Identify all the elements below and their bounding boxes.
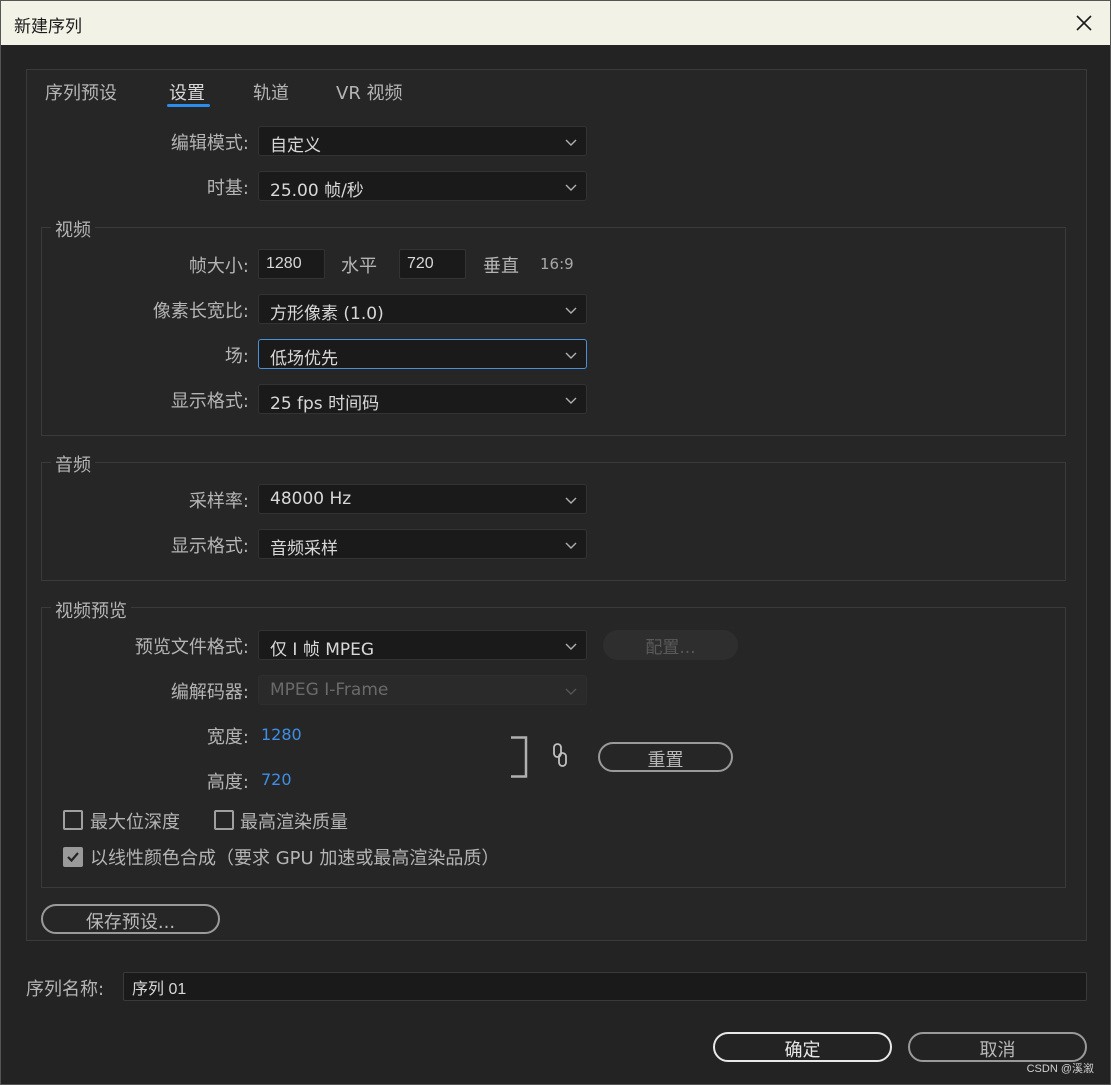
new-sequence-dialog: 新建序列 序列预设 设置 轨道 VR 视频 编辑模式: 自定义 时基: 25.0… xyxy=(0,0,1111,1085)
sequence-name-input[interactable] xyxy=(123,972,1087,1001)
chevron-down-icon xyxy=(565,307,577,314)
linear-color-label: 以线性颜色合成（要求 GPU 加速或最高渲染品质） xyxy=(90,848,500,869)
video-group-title: 视频 xyxy=(51,216,95,242)
chevron-down-icon xyxy=(565,497,577,504)
fields-select[interactable]: 低场优先 xyxy=(258,339,587,369)
chevron-down-icon xyxy=(565,397,577,404)
timebase-value: 25.00 帧/秒 xyxy=(270,181,364,201)
cancel-button-label: 取消 xyxy=(979,1040,1016,1061)
codec-select: MPEG I-Frame xyxy=(258,675,587,705)
audio-group-title: 音频 xyxy=(51,451,95,477)
chevron-down-icon xyxy=(565,542,577,549)
linear-color-checkbox[interactable] xyxy=(63,847,83,867)
max-render-quality-label: 最高渲染质量 xyxy=(240,812,348,833)
reset-button[interactable]: 重置 xyxy=(598,742,733,772)
video-display-format-select[interactable]: 25 fps 时间码 xyxy=(258,384,587,414)
preview-height-label: 高度: xyxy=(206,772,249,793)
audio-display-format-value: 音频采样 xyxy=(270,539,338,559)
checkmark-icon xyxy=(67,852,79,863)
frame-height-input[interactable] xyxy=(399,249,466,279)
frame-size-label: 帧大小: xyxy=(188,256,249,277)
sequence-name-label: 序列名称: xyxy=(26,979,105,1000)
cancel-button[interactable]: 取消 xyxy=(908,1032,1087,1062)
preview-width-value[interactable]: 1280 xyxy=(261,725,302,744)
sample-rate-value: 48000 Hz xyxy=(270,489,352,509)
max-render-quality-checkbox[interactable] xyxy=(214,810,234,830)
vertical-label: 垂直 xyxy=(483,256,519,277)
save-preset-button-label: 保存预设... xyxy=(85,912,176,933)
edit-mode-label: 编辑模式: xyxy=(170,133,249,154)
window-title: 新建序列 xyxy=(14,17,82,37)
close-icon xyxy=(1076,15,1092,31)
chain-link-icon[interactable] xyxy=(550,742,570,768)
link-bracket-icon xyxy=(511,736,528,778)
preview-width-label: 宽度: xyxy=(206,727,249,748)
timebase-select[interactable]: 25.00 帧/秒 xyxy=(258,171,587,201)
fields-label: 场: xyxy=(224,346,249,367)
horizontal-label: 水平 xyxy=(341,256,377,277)
pixel-aspect-value: 方形像素 (1.0) xyxy=(270,304,384,324)
edit-mode-select[interactable]: 自定义 xyxy=(258,126,587,156)
max-bit-depth-label: 最大位深度 xyxy=(90,812,180,833)
configure-button-label: 配置... xyxy=(645,638,696,658)
tab-settings[interactable]: 设置 xyxy=(169,79,205,105)
save-preset-button[interactable]: 保存预设... xyxy=(41,904,220,934)
pixel-aspect-select[interactable]: 方形像素 (1.0) xyxy=(258,294,587,324)
ok-button-label: 确定 xyxy=(784,1040,821,1061)
tab-vr-video[interactable]: VR 视频 xyxy=(336,79,403,105)
chevron-down-icon xyxy=(565,643,577,650)
sample-rate-label: 采样率: xyxy=(188,491,249,512)
frame-width-input[interactable] xyxy=(258,249,325,279)
watermark-text: CSDN @溪溆 xyxy=(1026,1063,1094,1075)
max-bit-depth-checkbox[interactable] xyxy=(63,810,83,830)
close-button[interactable] xyxy=(1070,9,1098,37)
fields-value: 低场优先 xyxy=(270,349,338,369)
chevron-down-icon xyxy=(565,688,577,695)
preview-file-format-value: 仅 I 帧 MPEG xyxy=(270,640,375,660)
title-bar: 新建序列 xyxy=(1,1,1110,45)
video-preview-group-title: 视频预览 xyxy=(51,597,131,623)
chevron-down-icon xyxy=(565,184,577,191)
chevron-down-icon xyxy=(565,139,577,146)
configure-button: 配置... xyxy=(603,630,738,660)
audio-display-format-label: 显示格式: xyxy=(170,536,249,557)
codec-value: MPEG I-Frame xyxy=(270,680,389,700)
aspect-ratio-text: 16:9 xyxy=(540,255,574,273)
tab-sequence-presets[interactable]: 序列预设 xyxy=(45,79,117,105)
codec-label: 编解码器: xyxy=(170,682,249,703)
edit-mode-value: 自定义 xyxy=(270,136,321,156)
chevron-down-icon xyxy=(565,352,577,359)
audio-group xyxy=(41,462,1066,581)
timebase-label: 时基: xyxy=(206,178,249,199)
preview-height-value[interactable]: 720 xyxy=(261,770,292,789)
video-display-format-label: 显示格式: xyxy=(170,391,249,412)
preview-file-format-select[interactable]: 仅 I 帧 MPEG xyxy=(258,630,587,660)
ok-button[interactable]: 确定 xyxy=(713,1032,892,1062)
video-display-format-value: 25 fps 时间码 xyxy=(270,394,380,414)
audio-display-format-select[interactable]: 音频采样 xyxy=(258,529,587,559)
sample-rate-select[interactable]: 48000 Hz xyxy=(258,484,587,514)
pixel-aspect-label: 像素长宽比: xyxy=(152,301,249,322)
tab-tracks[interactable]: 轨道 xyxy=(253,79,289,105)
preview-file-format-label: 预览文件格式: xyxy=(134,637,249,658)
active-tab-indicator xyxy=(167,104,210,107)
reset-button-label: 重置 xyxy=(647,750,684,771)
